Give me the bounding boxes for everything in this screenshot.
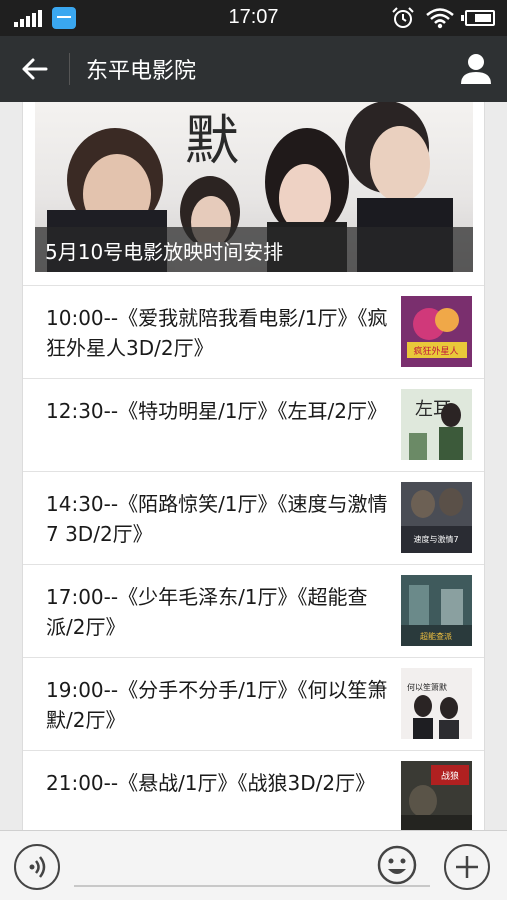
- plus-button[interactable]: [444, 844, 490, 890]
- page-title: 东平电影院: [86, 59, 197, 84]
- schedule-text: 19:00--《分手不分手/1厅》《何以笙箫默/2厅》: [46, 678, 388, 732]
- banner-image[interactable]: 默 5月10号电影放映时间安排: [35, 102, 473, 272]
- schedule-text: 10:00--《爱我就陪我看电影/1厅》《疯狂外星人3D/2厅》: [46, 306, 388, 360]
- movie-thumbnail: 左耳: [401, 389, 472, 460]
- emoji-icon[interactable]: [376, 844, 418, 886]
- title-divider: [69, 53, 70, 85]
- movie-thumbnail: 战狼: [401, 761, 472, 830]
- schedule-list: 10:00--《爱我就陪我看电影/1厅》《疯狂外星人3D/2厅》 疯狂外星人 1…: [23, 285, 484, 830]
- banner-poster-text: 默: [185, 109, 239, 172]
- thumb-label: 何以笙箫默: [407, 682, 447, 692]
- movie-thumbnail: 速度与激情7: [401, 482, 472, 553]
- status-bar: 17:07: [0, 0, 507, 36]
- thumb-label: 战狼: [441, 770, 459, 782]
- plus-icon: [456, 856, 478, 878]
- article-card: 默 5月10号电影放映时间安排 10:00--《爱我就陪我看电影/1厅》《疯狂外…: [22, 102, 485, 830]
- thumb-label: 超能查派: [420, 631, 452, 641]
- banner-caption: 5月10号电影放映时间安排: [35, 227, 473, 272]
- input-bar: [0, 830, 507, 900]
- title-bar: 东平电影院: [0, 36, 507, 102]
- movie-thumbnail: 何以笙箫默: [401, 668, 472, 739]
- schedule-text: 12:30--《特功明星/1厅》《左耳/2厅》: [46, 399, 387, 423]
- movie-thumbnail: 超能查派: [401, 575, 472, 646]
- battery-icon: [461, 10, 495, 26]
- list-item[interactable]: 17:00--《少年毛泽东/1厅》《超能查派/2厅》 超能查派: [23, 564, 484, 657]
- schedule-text: 14:30--《陌路惊笑/1厅》《速度与激情7 3D/2厅》: [46, 492, 388, 546]
- schedule-text: 21:00--《悬战/1厅》《战狼3D/2厅》: [46, 771, 376, 795]
- list-item[interactable]: 10:00--《爱我就陪我看电影/1厅》《疯狂外星人3D/2厅》 疯狂外星人: [23, 285, 484, 378]
- wifi-icon: [426, 8, 454, 29]
- list-item[interactable]: 12:30--《特功明星/1厅》《左耳/2厅》 左耳: [23, 378, 484, 471]
- person-icon[interactable]: [453, 46, 499, 92]
- movie-thumbnail: 疯狂外星人: [401, 296, 472, 367]
- list-item[interactable]: 19:00--《分手不分手/1厅》《何以笙箫默/2厅》 何以笙箫默: [23, 657, 484, 750]
- list-item[interactable]: 21:00--《悬战/1厅》《战狼3D/2厅》 战狼: [23, 750, 484, 830]
- alarm-icon: [392, 7, 414, 28]
- thumb-label: 速度与激情7: [413, 534, 458, 544]
- voice-icon: [29, 856, 46, 878]
- article-content[interactable]: 默 5月10号电影放映时间安排 10:00--《爱我就陪我看电影/1厅》《疯狂外…: [0, 102, 507, 830]
- arrow-left-icon[interactable]: [10, 46, 58, 92]
- voice-button[interactable]: [14, 844, 60, 890]
- schedule-text: 17:00--《少年毛泽东/1厅》《超能查派/2厅》: [46, 585, 368, 639]
- thumb-label: 疯狂外星人: [413, 345, 458, 357]
- list-item[interactable]: 14:30--《陌路惊笑/1厅》《速度与激情7 3D/2厅》 速度与激情7: [23, 471, 484, 564]
